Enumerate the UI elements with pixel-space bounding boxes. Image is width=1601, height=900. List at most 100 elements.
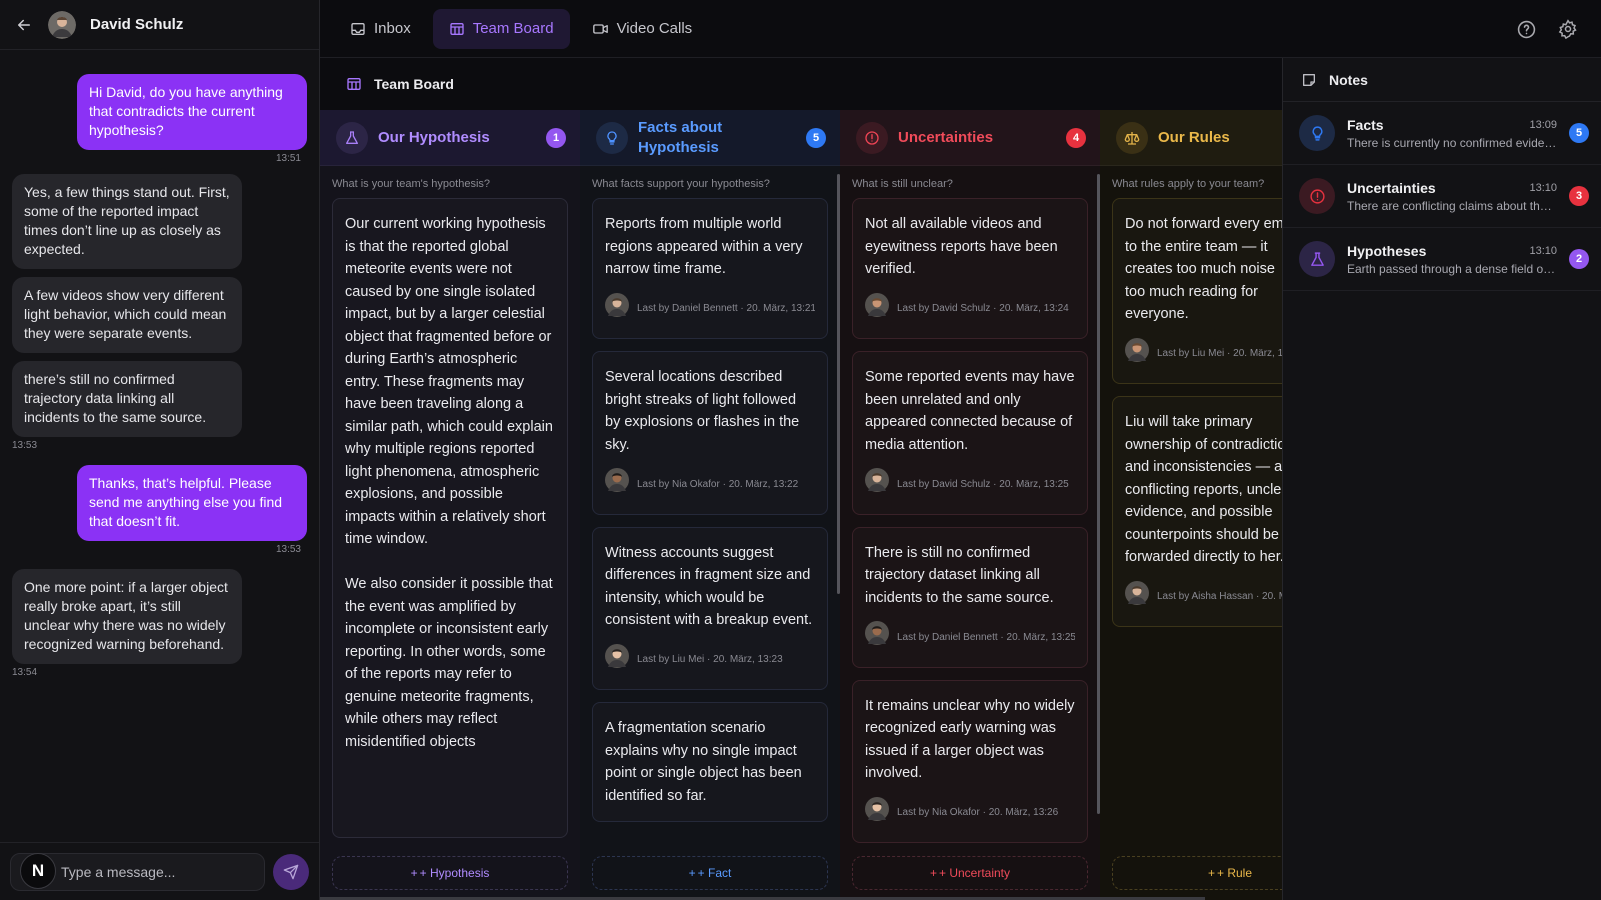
card-text: Reports from multiple world regions appe… <box>605 216 803 277</box>
column-header: Our Rules <box>1100 110 1282 166</box>
board-card[interactable]: It remains unclear why no widely recogni… <box>852 679 1088 843</box>
column-title: Uncertainties <box>898 128 994 146</box>
board-title-row: Team Board <box>320 58 1282 110</box>
chat-message: A few videos show very different light b… <box>12 277 307 353</box>
card-text: Some reported events may have been unrel… <box>865 369 1075 453</box>
add-hypothesis-label: + Hypothesis <box>419 866 490 880</box>
board-card[interactable]: Some reported events may have been unrel… <box>852 351 1088 515</box>
note-item-hypotheses[interactable]: Hypotheses 13:10 Earth passed through a de… <box>1283 228 1601 291</box>
board-card[interactable]: A fragmentation scenario explains why no… <box>592 702 828 822</box>
card-text: Several locations described bright strea… <box>605 369 800 453</box>
board-card[interactable]: Reports from multiple world regions appe… <box>592 198 828 339</box>
help-icon[interactable] <box>1515 18 1537 40</box>
note-content: Hypotheses 13:10 Earth passed through a de… <box>1347 243 1557 276</box>
note-content: Uncertainties 13:10 There are conflicting … <box>1347 180 1557 213</box>
card-last-edited: Last by Nia Okafor · 20. März, 13:22 <box>637 478 799 490</box>
note-time: 13:09 <box>1529 118 1557 131</box>
notes-title: Notes <box>1329 71 1368 88</box>
count-badge: 5 <box>806 127 826 148</box>
alert-icon <box>856 121 888 154</box>
board-card[interactable]: Not all available videos and eyewitness … <box>852 198 1088 339</box>
count-badge: 3 <box>1569 186 1589 206</box>
avatar <box>1125 580 1149 615</box>
avatar <box>865 621 889 655</box>
flask-icon <box>336 121 368 154</box>
count-badge: 5 <box>1569 123 1589 143</box>
top-navigation: Inbox Team Board Video Calls <box>320 0 1601 58</box>
tab-inbox[interactable]: Inbox <box>334 9 427 49</box>
add-rule-button[interactable]: + + Rule <box>1112 856 1282 890</box>
top-right-actions <box>1515 18 1579 40</box>
add-hypothesis-button[interactable]: + + Hypothesis <box>332 856 568 890</box>
card-meta: Last by David Schulz · 20. März, 13:25 <box>865 468 1075 502</box>
note-header: Hypotheses 13:10 <box>1347 243 1557 259</box>
card-meta: Last by Aisha Hassan · 20. März, 13:28 <box>1125 580 1282 615</box>
team-board: Team Board Our Hypothesis 1 What is your… <box>320 58 1282 900</box>
card-meta: Last by Daniel Bennett · 20. März, 13:25 <box>865 621 1075 655</box>
note-preview: There are conflicting claims about the t… <box>1347 198 1557 213</box>
note-item-facts[interactable]: Facts 13:09 There is currently no confirme… <box>1283 102 1601 165</box>
avatar <box>1125 337 1149 372</box>
back-arrow-icon[interactable] <box>14 15 34 35</box>
chat-composer: N <box>0 842 319 900</box>
note-time: 13:10 <box>1529 244 1557 257</box>
send-button[interactable] <box>273 853 309 890</box>
video-icon <box>592 23 608 34</box>
board-card[interactable]: Do not forward every email to the entire… <box>1112 198 1282 384</box>
card-last-edited: Last by Liu Mei · 20. März, 13:27 <box>1157 348 1282 359</box>
card-text: Not all available videos and eyewitness … <box>865 216 1058 277</box>
card-meta: Last by Daniel Bennett · 20. März, 13:21 <box>605 292 815 327</box>
card-text: It remains unclear why no widely recogni… <box>865 697 1075 782</box>
chat-message: there’s still no confirmed trajectory da… <box>12 361 307 451</box>
column-title: Our Hypothesis <box>378 128 490 146</box>
send-icon <box>283 864 299 879</box>
add-uncertainty-button[interactable]: + + Uncertainty <box>852 856 1088 890</box>
board-card[interactable]: There is still no confirmed trajectory d… <box>852 526 1088 668</box>
add-rule-label: + Rule <box>1216 866 1253 880</box>
chat-messages: Hi David, do you have anything that cont… <box>0 60 319 840</box>
column-uncertainties: Uncertainties 4 What is still unclear? N… <box>840 110 1100 900</box>
settings-gear-icon[interactable] <box>1557 18 1579 40</box>
card-list: Not all available videos and eyewitness … <box>840 198 1100 843</box>
plus-icon: + <box>410 866 418 880</box>
tab-video-calls-label: Video Calls <box>616 20 693 37</box>
column-subtitle: What facts support your hypothesis? <box>592 178 770 190</box>
board-card[interactable]: Liu will take primary ownership of contr… <box>1112 396 1282 627</box>
avatar <box>865 468 889 502</box>
plus-icon: + <box>929 866 937 880</box>
board-card[interactable]: Our current working hypothesis is that t… <box>332 198 568 838</box>
board-card[interactable]: Witness accounts suggest differences in … <box>592 526 828 690</box>
plus-icon: + <box>688 866 696 880</box>
lightbulb-icon <box>1299 115 1335 151</box>
board-icon <box>347 78 361 90</box>
card-list: Do not forward every email to the entire… <box>1100 198 1282 627</box>
tab-video-calls[interactable]: Video Calls <box>576 9 709 49</box>
card-list: Reports from multiple world regions appe… <box>580 198 840 822</box>
add-fact-button[interactable]: + + Fact <box>592 856 828 890</box>
incoming-message-bubble: there’s still no confirmed trajectory da… <box>12 361 242 437</box>
message-timestamp: 13:53 <box>12 440 38 451</box>
avatar[interactable] <box>48 10 76 39</box>
card-last-edited: Last by Aisha Hassan · 20. März, 13:28 <box>1157 591 1282 602</box>
card-last-edited: Last by David Schulz · 20. März, 13:24 <box>897 303 1069 314</box>
note-title: Hypotheses <box>1347 242 1427 259</box>
lightbulb-icon <box>596 121 628 154</box>
card-list: Our current working hypothesis is that t… <box>320 198 580 838</box>
tab-team-board[interactable]: Team Board <box>432 8 570 49</box>
alert-icon <box>1299 178 1335 214</box>
note-title: Facts <box>1347 116 1384 133</box>
board-columns: Our Hypothesis 1 What is your team's hyp… <box>320 110 1282 900</box>
column-hypothesis: Our Hypothesis 1 What is your team's hyp… <box>320 110 580 900</box>
message-timestamp: 13:54 <box>12 667 38 678</box>
tab-inbox-label: Inbox <box>374 20 411 37</box>
note-item-uncertainties[interactable]: Uncertainties 13:10 There are conflicting … <box>1283 165 1601 228</box>
board-card[interactable]: Several locations described bright strea… <box>592 351 828 515</box>
column-subtitle: What is still unclear? <box>852 178 953 190</box>
scales-icon <box>1116 121 1148 154</box>
avatar <box>605 643 629 678</box>
chat-header: David Schulz <box>0 0 319 50</box>
flask-icon <box>1299 241 1335 277</box>
card-last-edited: Last by Daniel Bennett · 20. März, 13:21 <box>637 303 815 314</box>
incoming-message-bubble: A few videos show very different light b… <box>12 277 242 353</box>
count-badge: 2 <box>1569 249 1589 269</box>
